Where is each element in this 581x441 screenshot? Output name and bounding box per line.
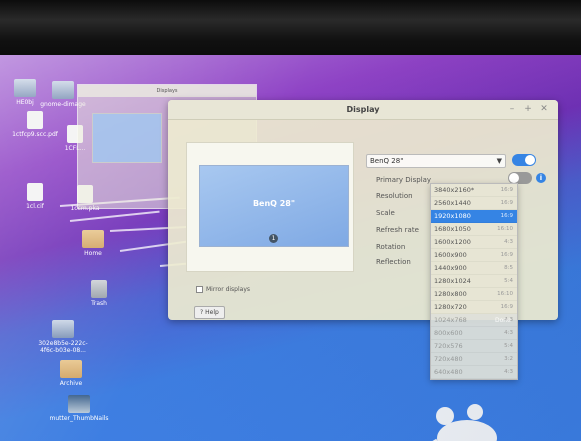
mirror-displays-checkbox[interactable]: Mirror displays (196, 286, 250, 293)
aspect-ratio: 5:4 (504, 278, 513, 284)
maximize-icon[interactable]: + (522, 104, 534, 114)
info-icon[interactable]: i (536, 173, 546, 183)
folder-icon (60, 360, 82, 378)
aspect-ratio: 8:5 (504, 265, 513, 271)
resolution-value: 640x480 (434, 368, 463, 376)
ghost-window-title: Displays (78, 85, 256, 97)
aspect-ratio: 5:4 (504, 343, 513, 349)
monitor-arrangement-area: BenQ 28" 1 (186, 142, 354, 272)
resolution-value: 3840x2160* (434, 186, 475, 194)
desktop-icon-label: mutter_ThumbNails (49, 415, 109, 422)
monitor-enabled-toggle[interactable] (512, 154, 536, 166)
resolution-option[interactable]: 720x576 5:4 (431, 340, 517, 353)
file-icon (27, 183, 43, 201)
help-label: Help (205, 309, 219, 316)
window-title: Display (346, 105, 380, 114)
aspect-ratio: 16:9 (500, 213, 513, 219)
resolution-value: 1440x900 (434, 264, 467, 272)
desktop-icon-label: Archive (59, 380, 83, 387)
scale-label: Scale (376, 209, 395, 217)
resolution-option[interactable]: 1680x1050 16:10 (431, 223, 517, 236)
aspect-ratio: 16:10 (497, 291, 513, 297)
aspect-ratio: 16:9 (500, 252, 513, 258)
aspect-ratio: 3:2 (504, 356, 513, 362)
aspect-ratio: 4:3 (504, 369, 513, 375)
resolution-option[interactable]: 1280x720 16:9 (431, 301, 517, 314)
resolution-option[interactable]: 3840x2160* 16:9 (431, 184, 517, 197)
resolution-option[interactable]: 1440x900 8:5 (431, 262, 517, 275)
file-icon (27, 111, 43, 129)
resolution-value: 720x576 (434, 342, 463, 350)
resolution-value: 1280x800 (434, 290, 467, 298)
resolution-value: 800x600 (434, 329, 463, 337)
resolution-option-selected[interactable]: 1920x1080 16:9 (431, 210, 517, 223)
resolution-value: 1600x900 (434, 251, 467, 259)
resolution-option[interactable]: 1280x1024 5:4 (431, 275, 517, 288)
desktop-icon[interactable]: Archive (40, 360, 102, 387)
rotation-label: Rotation (376, 243, 406, 251)
aspect-ratio: 4:3 (504, 330, 513, 336)
desktop-icon[interactable]: 302e8b5e-222c-4f6c-b03e-08... (32, 320, 94, 354)
resolution-option[interactable]: 800x600 4:3 (431, 327, 517, 340)
resolution-value: 1920x1080 (434, 212, 471, 220)
aspect-ratio: 16:9 (500, 200, 513, 206)
mirror-displays-label: Mirror displays (206, 286, 251, 293)
desktop-icon-label: Trash (91, 300, 107, 307)
resolution-option[interactable]: 640x480 4:3 (431, 366, 517, 379)
desktop-icon-label: Home (84, 250, 102, 257)
aspect-ratio: 4:3 (504, 239, 513, 245)
aspect-ratio: 16:10 (497, 226, 513, 232)
minimize-icon[interactable]: – (506, 104, 518, 114)
desktop-icon[interactable]: Home (62, 230, 124, 257)
image-icon (52, 320, 74, 338)
wallpaper-streak (69, 210, 160, 222)
monitor-preview-label: BenQ 28" (252, 199, 296, 208)
monitor-select-dropdown[interactable]: BenQ 28" ▼ (366, 154, 506, 168)
aspect-ratio: 16:9 (500, 187, 513, 193)
monitor-select-value: BenQ 28" (370, 157, 404, 165)
desktop-icon-label: 302e8b5e-222c-4f6c-b03e-08... (38, 340, 88, 354)
resolution-label: Resolution (376, 192, 413, 200)
resolution-option[interactable]: 1280x800 16:10 (431, 288, 517, 301)
resolution-value: 1024x768 (434, 316, 467, 324)
resolution-option[interactable]: 1600x900 16:9 (431, 249, 517, 262)
desktop-icon[interactable]: mutter_ThumbNails (48, 395, 110, 422)
code-icon (68, 395, 90, 413)
resolution-value: 720x480 (434, 355, 463, 363)
help-icon: ? (200, 309, 204, 316)
resolution-value: 2560x1440 (434, 199, 471, 207)
resolution-option[interactable]: 2560x1440 16:9 (431, 197, 517, 210)
resolution-option[interactable]: 1600x1200 4:3 (431, 236, 517, 249)
ghost-monitor-preview (92, 113, 162, 163)
wallpaper-mouse-graphic (432, 404, 497, 441)
monitor-number-badge: 1 (269, 234, 278, 243)
done-button[interactable]: Done (495, 317, 511, 324)
monitor-preview[interactable]: BenQ 28" 1 (199, 165, 349, 247)
resolution-option[interactable]: 720x480 3:2 (431, 353, 517, 366)
aspect-ratio: 16:9 (500, 304, 513, 310)
refresh-rate-label: Refresh rate (376, 226, 419, 234)
close-icon[interactable]: ✕ (538, 104, 550, 114)
resolution-value: 1600x1200 (434, 238, 471, 246)
resolution-dropdown-list: 3840x2160* 16:9 2560x1440 16:9 1920x1080 16… (430, 183, 518, 380)
reflection-label: Reflection (376, 258, 411, 266)
image-icon (52, 81, 74, 99)
resolution-value: 1280x720 (434, 303, 467, 311)
desktop-icon[interactable]: Trash (68, 280, 130, 307)
primary-display-label: Primary Display (376, 176, 432, 184)
photographed-monitor: HE0bj 1ctfcp9.scc.pdf gnome-dimage 1CFL.… (0, 0, 581, 441)
resolution-value: 1280x1024 (434, 277, 471, 285)
help-button[interactable]: ? Help (194, 306, 225, 319)
window-titlebar[interactable]: Display – + ✕ (168, 100, 558, 120)
trash-icon (91, 280, 107, 298)
checkbox-icon (196, 286, 203, 293)
chevron-down-icon: ▼ (496, 157, 502, 165)
folder-icon (82, 230, 104, 248)
desktop-icon-label: 1cl.cif (26, 203, 44, 210)
resolution-value: 1680x1050 (434, 225, 471, 233)
